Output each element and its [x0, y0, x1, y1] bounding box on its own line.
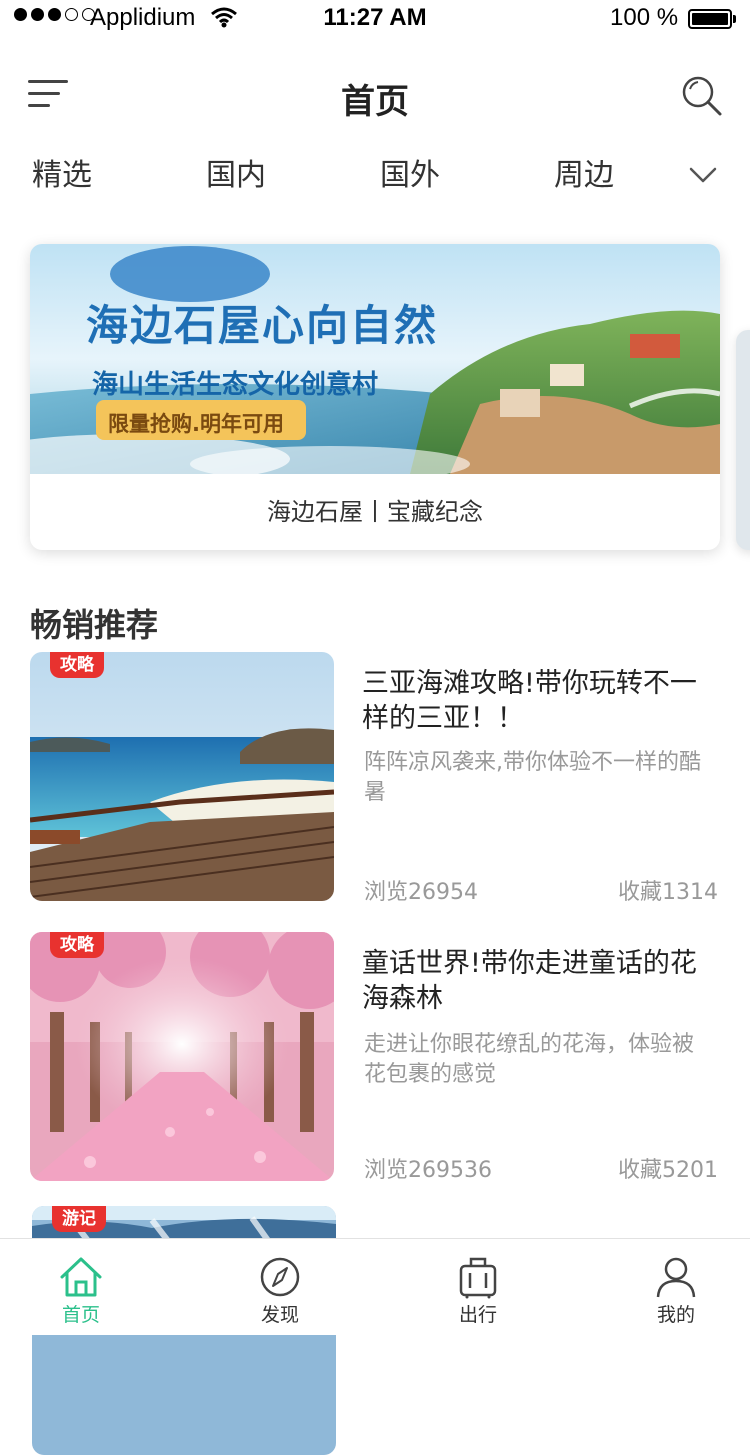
tab-nearby[interactable]: 周边: [554, 150, 614, 194]
tabbar-label: 我的: [656, 1304, 695, 1326]
tabbar-label: 发现: [260, 1304, 299, 1326]
flower-forest-image: [30, 932, 334, 1181]
banner-card[interactable]: 海边石屋心向自然 海山生活生态文化创意村 限量抢购.明年可用 海边石屋丨宝藏纪念: [30, 244, 720, 550]
section-title: 畅销推荐: [30, 606, 159, 644]
list-item-image[interactable]: 攻略: [30, 932, 334, 1181]
banner-image: [30, 244, 720, 474]
view-count: 浏览269536: [364, 1158, 492, 1183]
beach-image: [30, 652, 334, 901]
list-item-title[interactable]: 童话世界!带你走进童话的花海森林: [362, 946, 712, 1016]
favorite-count: 收藏1314: [618, 880, 718, 905]
tab-domestic[interactable]: 国内: [206, 150, 266, 194]
tabbar-label: 出行: [458, 1304, 497, 1326]
badge-strategy: 攻略: [50, 652, 104, 678]
list-item-image[interactable]: 攻略: [30, 652, 334, 901]
badge-strategy: 攻略: [50, 932, 104, 958]
battery-icon: [688, 9, 732, 29]
list-item-desc: 阵阵凉风袭来,带你体验不一样的酷暑: [364, 750, 701, 805]
suitcase-icon: [459, 1257, 497, 1299]
next-banner-card[interactable]: [736, 330, 750, 550]
tabbar-item-me[interactable]: 我的: [616, 1255, 736, 1327]
tabbar-item-home[interactable]: 首页: [21, 1255, 141, 1327]
list-item-desc: 走进让你眼花缭乱的花海，体验被花包裹的感觉: [364, 1032, 695, 1087]
tabbar-item-travel[interactable]: 出行: [418, 1255, 538, 1327]
tab-abroad[interactable]: 国外: [380, 150, 440, 194]
banner-tag: 限量抢购.明年可用: [108, 412, 284, 436]
battery-percent: 100 %: [610, 4, 679, 31]
tab-featured[interactable]: 精选: [32, 150, 92, 194]
battery-tip: [733, 15, 736, 23]
page-title: 首页: [341, 82, 409, 122]
status-bar: Applidium 11:27 AM 100 %: [0, 0, 750, 40]
chevron-down-icon[interactable]: [688, 160, 718, 190]
user-icon: [656, 1257, 696, 1298]
list-item-title[interactable]: 三亚海滩攻略!带你玩转不一样的三亚！！: [362, 666, 712, 736]
banner-subline: 海山生活生态文化创意村: [92, 370, 379, 400]
bottom-tab-bar: 首页 发现 出行 我的: [0, 1238, 750, 1335]
home-icon: [60, 1257, 102, 1297]
tabbar-item-discover[interactable]: 发现: [220, 1255, 340, 1327]
banner-headline: 海边石屋心向自然: [86, 301, 439, 350]
badge-travelogue: 游记: [52, 1206, 106, 1232]
compass-icon: [260, 1257, 300, 1297]
favorite-count: 收藏5201: [618, 1158, 718, 1183]
banner-caption: 海边石屋丨宝藏纪念: [267, 498, 483, 526]
view-count: 浏览26954: [364, 880, 478, 905]
tabbar-label: 首页: [61, 1304, 100, 1326]
search-icon[interactable]: [680, 74, 724, 118]
